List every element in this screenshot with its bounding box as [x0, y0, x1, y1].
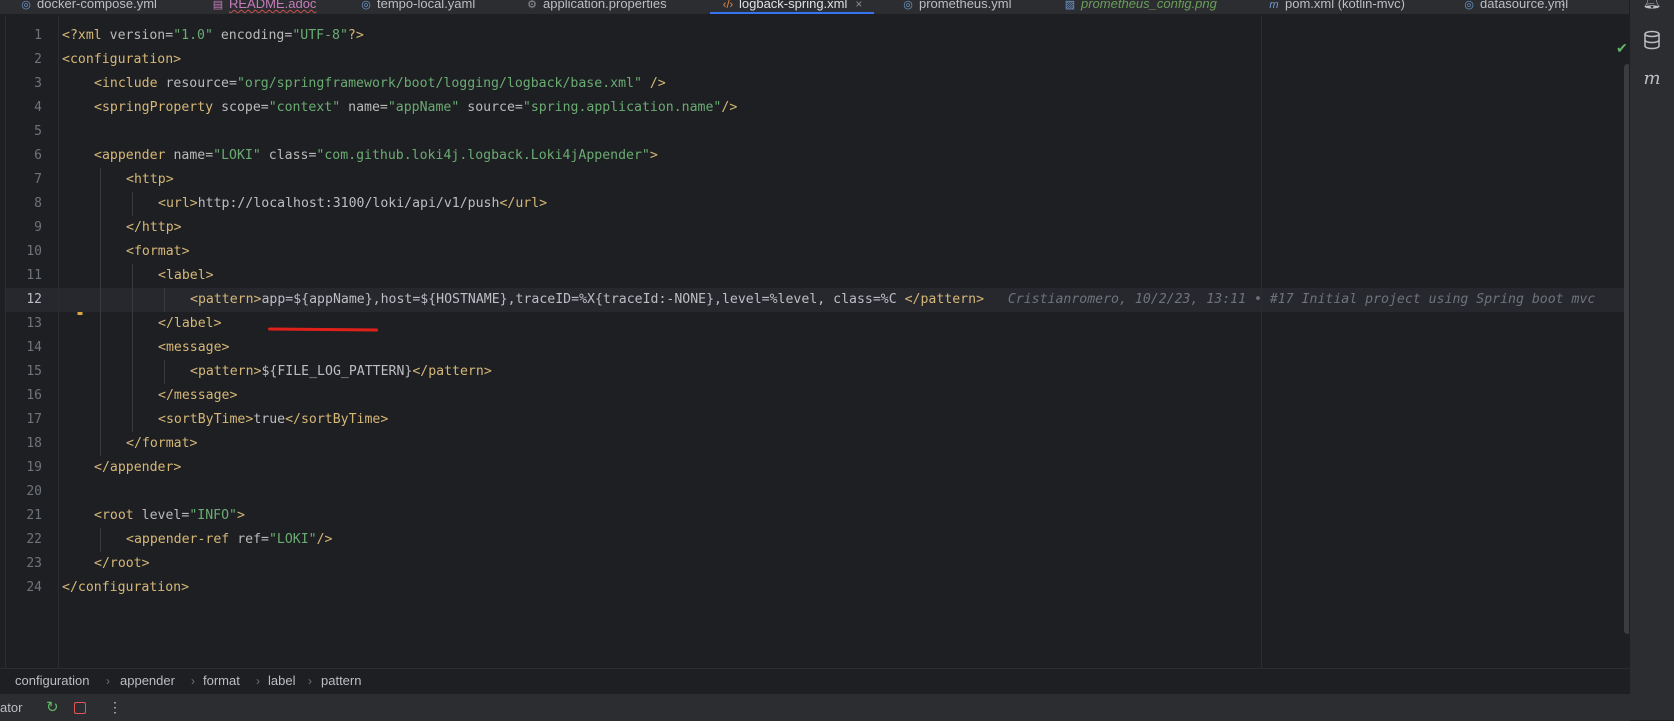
- yaml-icon: ◎: [903, 0, 913, 11]
- line-number: 13: [26, 316, 42, 331]
- right-tool-strip: 🔔︎ m: [1629, 0, 1674, 720]
- image-icon: ▨: [1064, 0, 1076, 11]
- more-tabs-icon[interactable]: ⋮: [1556, 0, 1570, 14]
- line-number: 22: [26, 532, 42, 547]
- breadcrumb: configuration › appender › format › labe…: [0, 668, 1630, 693]
- line-number: 20: [26, 484, 42, 499]
- no-problems-check-icon[interactable]: ✔: [1616, 40, 1628, 57]
- tab-datasource[interactable]: ◎ datasource.yml: [1463, 0, 1568, 14]
- code-line-9: </http>: [126, 220, 182, 235]
- chevron-right-icon: ›: [256, 674, 260, 688]
- code-line-13: </label>: [158, 316, 222, 331]
- code-line-1: <?xml version="1.0" encoding="UTF-8"?>: [62, 28, 364, 43]
- code-line-21: <root level="INFO">: [94, 508, 245, 523]
- line-number: 24: [26, 580, 42, 595]
- breadcrumb-item[interactable]: appender: [120, 669, 175, 693]
- tool-window-label: ator: [0, 700, 23, 715]
- line-number: 1: [34, 28, 42, 43]
- breadcrumb-item[interactable]: label: [268, 669, 295, 693]
- code-line-6: <appender name="LOKI" class="com.github.…: [94, 148, 658, 163]
- code-line-16: </message>: [158, 388, 238, 403]
- code-line-22: <appender-ref ref="LOKI"/>: [126, 532, 333, 547]
- tab-readme[interactable]: ▤ README.adoc: [212, 0, 317, 14]
- line-number: 3: [34, 76, 42, 91]
- notifications-icon[interactable]: 🔔︎: [1642, 0, 1662, 12]
- rerun-icon[interactable]: ↻: [46, 694, 59, 721]
- line-number: 11: [26, 268, 42, 283]
- tab-prometheus[interactable]: ◎ prometheus.yml: [902, 0, 1011, 14]
- breadcrumb-item[interactable]: configuration: [15, 669, 89, 693]
- yaml-icon: ◎: [1464, 0, 1474, 11]
- more-options-icon[interactable]: ⋮: [108, 694, 122, 721]
- breadcrumb-item[interactable]: format: [203, 669, 240, 693]
- chevron-right-icon: ›: [191, 674, 195, 688]
- line-number: 16: [26, 388, 42, 403]
- database-icon[interactable]: [1642, 30, 1662, 50]
- tab-prometheus-config[interactable]: ▨ prometheus_config.png: [1064, 0, 1217, 14]
- line-number: 17: [26, 412, 42, 427]
- code-editor[interactable]: 1 2 3 4 5 6 7 8 9 10 11 12 13 14 15 16 1…: [6, 16, 1631, 668]
- close-icon[interactable]: ×: [855, 0, 862, 11]
- line-number-current: 12: [26, 292, 42, 307]
- line-number: 7: [34, 172, 42, 187]
- code-line-19: </appender>: [94, 460, 182, 475]
- line-number: 18: [26, 436, 42, 451]
- code-line-11: <label>: [158, 268, 214, 283]
- run-tool-bar: ator ↻ ⋮: [0, 693, 1630, 721]
- code-line-3: <include resource="org/springframework/b…: [94, 76, 666, 91]
- code-line-8: <url>http://localhost:3100/loki/api/v1/p…: [158, 196, 548, 211]
- editor-tab-bar: ◎ docker-compose.yml ▤ README.adoc ◎ tempo-…: [0, 0, 1630, 15]
- code-line-12: <pattern>app=${appName},host=${HOSTNAME}…: [190, 292, 1596, 307]
- line-number: 23: [26, 556, 42, 571]
- line-number: 2: [34, 52, 42, 67]
- left-tool-window-edge: [0, 16, 6, 668]
- maven-icon: m: [1269, 0, 1279, 11]
- stop-icon[interactable]: [74, 702, 86, 714]
- tab-logback-spring[interactable]: ‹/› logback-spring.xml ×: [709, 0, 875, 14]
- line-number: 21: [26, 508, 42, 523]
- chevron-right-icon: ›: [106, 674, 110, 688]
- code-line-24: </configuration>: [62, 580, 190, 595]
- line-number: 4: [34, 100, 42, 115]
- maven-icon[interactable]: m: [1642, 68, 1662, 89]
- line-number-gutter: 1 2 3 4 5 6 7 8 9 10 11 12 13 14 15 16 1…: [6, 16, 85, 668]
- code-line-23: </root>: [94, 556, 150, 571]
- line-number: 6: [34, 148, 42, 163]
- tab-application-properties[interactable]: ⚙ application.properties: [526, 0, 667, 14]
- yaml-icon: ◎: [361, 0, 371, 11]
- code-line-4: <springProperty scope="context" name="ap…: [94, 100, 738, 115]
- line-number: 14: [26, 340, 42, 355]
- tab-tempo-local[interactable]: ◎ tempo-local.yaml: [360, 0, 475, 14]
- xml-icon: ‹/›: [722, 0, 734, 11]
- properties-icon: ⚙: [527, 0, 537, 11]
- line-number: 15: [26, 364, 42, 379]
- code-line-14: <message>: [158, 340, 230, 355]
- line-number: 9: [34, 220, 42, 235]
- asciidoc-icon: ▤: [212, 0, 224, 11]
- line-number: 10: [26, 244, 42, 259]
- code-line-15: <pattern>${FILE_LOG_PATTERN}</pattern>: [190, 364, 492, 379]
- chevron-right-icon: ›: [308, 674, 312, 688]
- yaml-icon: ◎: [21, 0, 31, 11]
- line-number: 5: [34, 124, 42, 139]
- code-line-18: </format>: [126, 436, 198, 451]
- line-number: 19: [26, 460, 42, 475]
- git-blame-annotation: Cristianromero, 10/2/23, 13:11 • #17 Ini…: [1007, 292, 1596, 307]
- code-line-7: <http>: [126, 172, 174, 187]
- code-line-2: <configuration>: [62, 52, 182, 67]
- line-number: 8: [34, 196, 42, 211]
- code-line-10: <format>: [126, 244, 190, 259]
- breadcrumb-item[interactable]: pattern: [321, 669, 361, 693]
- tab-pom-xml[interactable]: m pom.xml (kotlin-mvc): [1268, 0, 1405, 14]
- tab-docker-compose[interactable]: ◎ docker-compose.yml: [20, 0, 157, 14]
- code-line-17: <sortByTime>true</sortByTime>: [158, 412, 389, 427]
